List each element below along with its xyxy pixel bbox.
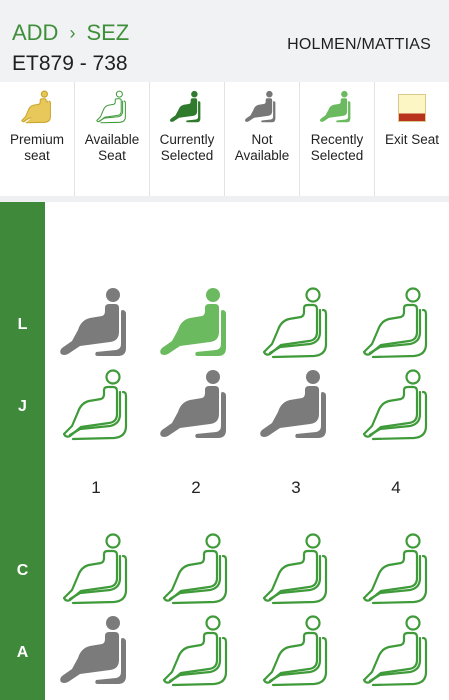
seat-A1-unavailable (58, 614, 136, 692)
flight-number: ET879 - 738 (12, 52, 128, 75)
available-seat-icon (94, 90, 130, 126)
seat-L1-unavailable (58, 286, 136, 364)
column-number-2: 2 (191, 478, 201, 497)
legend-label: Available Seat (84, 132, 140, 163)
legend-label: Exit Seat (384, 132, 440, 147)
row-label-L: L (17, 316, 28, 333)
exit-seat-swatch (398, 94, 426, 122)
origin-code: ADD (12, 20, 59, 45)
seat-J4-available[interactable] (358, 368, 436, 446)
row-label-J: J (18, 398, 27, 415)
seat-A4-available[interactable] (358, 614, 436, 692)
premium-seat-icon (19, 90, 55, 126)
selected-seat-icon (169, 90, 205, 126)
legend-label: Not Available (234, 132, 290, 163)
seat-C2-available[interactable] (158, 532, 236, 610)
legend-item-premium: Premium seat (0, 82, 75, 196)
route: ADD › SEZ (12, 20, 129, 46)
legend-item-available: Available Seat (75, 82, 150, 196)
seat-L3-available[interactable] (258, 286, 336, 364)
seat-C4-available[interactable] (358, 532, 436, 610)
seat-A2-available[interactable] (158, 614, 236, 692)
legend-label: Recently Selected (310, 132, 364, 163)
legend-label: Currently Selected (159, 132, 215, 163)
recent-seat-icon (319, 90, 355, 126)
unavailable-seat-icon (244, 90, 280, 126)
seat-C1-available[interactable] (58, 532, 136, 610)
column-number-4: 4 (391, 478, 401, 497)
chevron-right-icon: › (69, 22, 76, 43)
row-label-C: C (16, 562, 29, 579)
seat-L4-available[interactable] (358, 286, 436, 364)
seat-L2-recent[interactable] (158, 286, 236, 364)
destination-code: SEZ (86, 20, 130, 45)
legend-item-selected: Currently Selected (150, 82, 225, 196)
legend-item-exit: Exit Seat (375, 82, 449, 196)
column-number-1: 1 (91, 478, 101, 497)
passenger-name: HOLMEN/MATTIAS (287, 36, 431, 53)
seat-J2-unavailable (158, 368, 236, 446)
row-label-bar (0, 202, 45, 700)
seat-A3-available[interactable] (258, 614, 336, 692)
seat-legend: Premium seat Available Seat Currently Selecte… (0, 82, 449, 196)
flight-header: ADD › SEZ ET879 - 738 HOLMEN/MATTIAS (0, 0, 449, 82)
seat-J1-available[interactable] (58, 368, 136, 446)
legend-item-recent: Recently Selected (300, 82, 375, 196)
row-label-A: A (16, 644, 29, 661)
seat-C3-available[interactable] (258, 532, 336, 610)
seat-J3-unavailable (258, 368, 336, 446)
column-number-3: 3 (291, 478, 301, 497)
legend-item-unavailable: Not Available (225, 82, 300, 196)
legend-label: Premium seat (9, 132, 64, 163)
divider (0, 196, 449, 202)
